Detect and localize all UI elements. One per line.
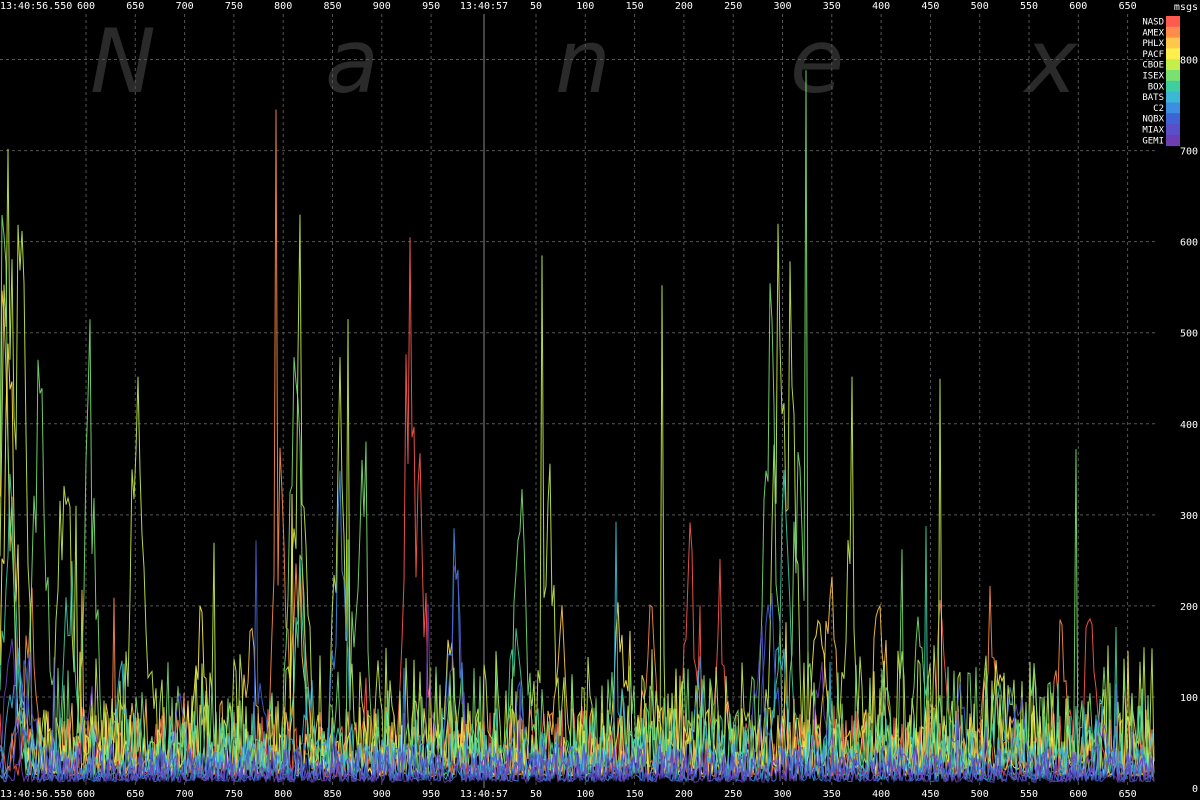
y-tick-label: 300 (1180, 511, 1198, 522)
series-nasd-line (0, 237, 1155, 778)
legend-swatch (1166, 26, 1180, 39)
y-tick-label: 700 (1180, 147, 1198, 158)
watermark: Na n e x (90, 10, 1078, 113)
series-phlx-line (0, 290, 1155, 777)
x-tick-label: 650 (1119, 1, 1137, 12)
legend-label: CBOE (1142, 61, 1164, 71)
y-tick-label: 800 (1180, 56, 1198, 67)
x-tick-label: 900 (373, 1, 391, 12)
y-tick-label: 100 (1180, 693, 1198, 704)
legend-label: MIAX (1142, 126, 1164, 136)
legend-swatch (1166, 124, 1180, 136)
x-tick-label: 500 (971, 789, 989, 800)
x-tick-label: 600 (1069, 789, 1087, 800)
x-tick-label: 250 (724, 789, 742, 800)
x-axis-bottom: 13:40:56.550 600 650 700 750 800 850 900 950 13:4… (0, 789, 1137, 800)
watermark-letter: N (90, 10, 156, 113)
x-tick-label: 450 (921, 789, 939, 800)
x-tick-label: 900 (373, 789, 391, 800)
x-tick-label: 750 (225, 1, 243, 12)
x-tick-label: 700 (176, 789, 194, 800)
x-tick-label: 150 (626, 789, 644, 800)
chart-canvas: Na n e x 13:40:56.550 600 650 700 750 800 850 900 9… (0, 1, 1198, 800)
x-tick-label: 650 (1119, 789, 1137, 800)
legend-label: BOX (1148, 82, 1165, 92)
legend-swatch (1166, 91, 1180, 103)
watermark-letter: x (1022, 10, 1078, 113)
x-tick-label: 350 (823, 1, 841, 12)
y-tick-label: 500 (1180, 329, 1198, 340)
x-tick-label: 200 (675, 789, 693, 800)
x-tick-label: 50 (530, 1, 542, 12)
legend-label: NASD (1142, 18, 1164, 28)
x-tick-label: 400 (872, 789, 890, 800)
x-tick-label: 800 (274, 789, 292, 800)
series-pacf-line (0, 343, 1155, 778)
legend-swatch (1166, 70, 1180, 82)
x-tick-label: 650 (126, 1, 144, 12)
watermark-letter: e (790, 10, 844, 113)
legend-swatch (1166, 113, 1180, 125)
legend-label: C2 (1153, 104, 1164, 114)
watermark-letter: a (325, 10, 379, 113)
x-tick-label: 850 (323, 1, 341, 12)
x-tick-label: 850 (323, 789, 341, 800)
y-tick-label: 0 (1192, 784, 1198, 795)
x-tick-label: 550 (1020, 789, 1038, 800)
legend-label: BATS (1142, 93, 1164, 103)
time-label: 13:40:56.550 (0, 1, 72, 12)
x-tick-label: 50 (530, 789, 542, 800)
x-tick-label: 300 (773, 789, 791, 800)
legend-swatch (1166, 48, 1180, 60)
legend-swatch (1166, 16, 1180, 28)
x-tick-label: 700 (176, 1, 194, 12)
time-label: 13:40:57 (460, 1, 508, 12)
legend-swatch (1166, 102, 1180, 114)
legend-label: ISEX (1142, 72, 1164, 82)
market-message-chart: Na n e x 13:40:56.550 600 650 700 750 800 850 900 9… (0, 0, 1200, 800)
x-tick-label: 100 (576, 789, 594, 800)
x-tick-label: 550 (1020, 1, 1038, 12)
legend-label: GEMI (1142, 136, 1164, 146)
legend-swatch (1166, 59, 1180, 71)
x-tick-label: 950 (422, 789, 440, 800)
x-tick-label: 400 (872, 1, 890, 12)
x-tick-label: 800 (274, 1, 292, 12)
x-tick-label: 200 (675, 1, 693, 12)
y-tick-label: 400 (1180, 420, 1198, 431)
legend: NASDAMEXPHLXPACFCBOEISEXBOXBATSC2NQBXMIA… (1142, 16, 1180, 146)
y-tick-label: 200 (1180, 602, 1198, 613)
x-tick-label: 250 (724, 1, 742, 12)
x-tick-label: 100 (576, 1, 594, 12)
x-tick-label: 600 (77, 789, 95, 800)
legend-label: PACF (1142, 50, 1164, 60)
x-tick-label: 600 (77, 1, 95, 12)
watermark-letter: n (555, 10, 611, 113)
y-axis-label: msgs (1174, 2, 1198, 13)
legend-swatch (1166, 37, 1180, 49)
legend-label: PHLX (1142, 39, 1164, 49)
legend-label: NQBX (1142, 115, 1164, 125)
x-tick-label: 450 (921, 1, 939, 12)
series-layer (0, 70, 1155, 784)
x-tick-label: 650 (126, 789, 144, 800)
time-label: 13:40:57 (460, 789, 508, 800)
grid (0, 14, 1155, 788)
series-amex-line (0, 109, 1155, 779)
x-tick-label: 300 (773, 1, 791, 12)
x-tick-label: 950 (422, 1, 440, 12)
x-tick-label: 750 (225, 789, 243, 800)
legend-label: AMEX (1142, 28, 1164, 38)
series-isex-line (0, 70, 1155, 771)
x-tick-label: 350 (823, 789, 841, 800)
x-tick-label: 150 (626, 1, 644, 12)
x-tick-label: 500 (971, 1, 989, 12)
y-tick-label: 600 (1180, 238, 1198, 249)
x-tick-label: 600 (1069, 1, 1087, 12)
legend-swatch (1166, 134, 1180, 147)
legend-swatch (1166, 80, 1180, 93)
time-label: 13:40:56.550 (0, 789, 72, 800)
